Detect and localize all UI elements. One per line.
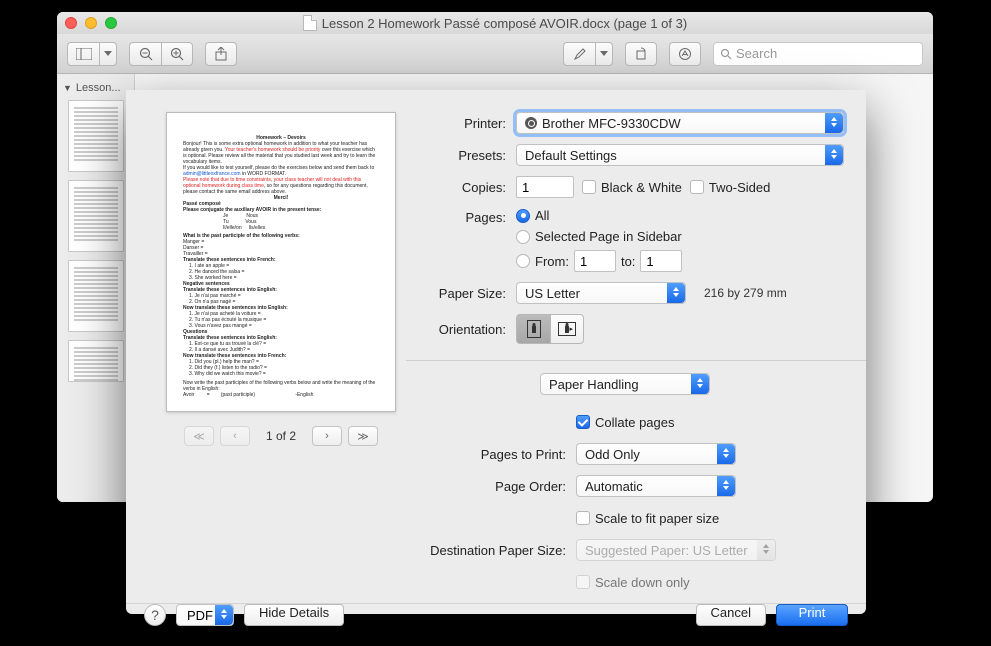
sidebar-doc-label: Lesson...: [76, 82, 121, 94]
printer-label: Printer:: [406, 116, 516, 131]
pages-from-radio[interactable]: [516, 254, 530, 268]
sidebar-thumb-3[interactable]: [68, 260, 124, 332]
dialog-footer: ? PDF Hide Details Cancel Print: [126, 603, 866, 626]
scalefit-label: Scale to fit paper size: [595, 511, 719, 526]
sidebar: ▼Lesson...: [57, 74, 135, 502]
pager-last-button[interactable]: ≫: [348, 426, 378, 446]
collate-label: Collate pages: [595, 415, 675, 430]
twosided-checkbox[interactable]: [690, 180, 704, 194]
twosided-label: Two-Sided: [709, 180, 770, 195]
papersize-label: Paper Size:: [406, 286, 516, 301]
titlebar: Lesson 2 Homework Passé composé AVOIR.do…: [57, 12, 933, 34]
pages-selected-radio[interactable]: [516, 230, 530, 244]
papersize-select[interactable]: US Letter: [516, 282, 686, 304]
landscape-icon: ▸: [558, 322, 576, 336]
pager-first-button[interactable]: ≪: [184, 426, 214, 446]
orientation-landscape-button[interactable]: ▸: [550, 314, 584, 344]
preview-pager: ≪ ‹ 1 of 2 › ≫: [184, 426, 378, 446]
print-dialog: Homework – Devoirs Bonjour! This is some…: [126, 90, 866, 614]
hide-details-button[interactable]: Hide Details: [244, 604, 344, 626]
presets-select[interactable]: Default Settings: [516, 144, 844, 166]
scaledown-checkbox: [576, 575, 590, 589]
presets-label: Presets:: [406, 148, 516, 163]
zoom-out-button[interactable]: [129, 42, 161, 66]
destpaper-label: Destination Paper Size:: [406, 543, 576, 558]
pdf-menu-button[interactable]: PDF: [176, 604, 234, 626]
collate-checkbox[interactable]: [576, 415, 590, 429]
sidebar-view-button[interactable]: [67, 42, 99, 66]
search-placeholder: Search: [736, 46, 777, 61]
pages-label: Pages:: [406, 208, 516, 225]
zoom-in-button[interactable]: [161, 42, 193, 66]
window-title: Lesson 2 Homework Passé composé AVOIR.do…: [322, 16, 687, 31]
pager-next-button[interactable]: ›: [312, 426, 342, 446]
print-button[interactable]: Print: [776, 604, 848, 626]
section-select[interactable]: Paper Handling: [540, 373, 710, 395]
markup-button[interactable]: [669, 42, 701, 66]
pager-label: 1 of 2: [266, 429, 296, 443]
document-icon: [303, 15, 317, 31]
sidebar-thumb-4[interactable]: [68, 340, 124, 382]
page-preview: Homework – Devoirs Bonjour! This is some…: [166, 112, 396, 412]
search-input[interactable]: Search: [713, 42, 923, 66]
portrait-icon: [527, 320, 541, 338]
help-button[interactable]: ?: [144, 604, 166, 626]
orientation-portrait-button[interactable]: [516, 314, 550, 344]
sidebar-view-dropdown[interactable]: [99, 42, 117, 66]
pages-from-input[interactable]: [574, 250, 616, 272]
pages-all-label: All: [535, 208, 549, 223]
search-icon: [720, 48, 732, 60]
pageorder-label: Page Order:: [406, 479, 576, 494]
orientation-label: Orientation:: [406, 322, 516, 337]
paper-dimensions: 216 by 279 mm: [704, 286, 787, 300]
bw-checkbox[interactable]: [582, 180, 596, 194]
pageorder-select[interactable]: Automatic: [576, 475, 736, 497]
highlight-button[interactable]: [563, 42, 595, 66]
toolbar: Search: [57, 34, 933, 74]
printer-select[interactable]: Brother MFC-9330CDW: [516, 112, 844, 134]
scalefit-checkbox[interactable]: [576, 511, 590, 525]
sidebar-thumb-2[interactable]: [68, 180, 124, 252]
cancel-button[interactable]: Cancel: [696, 604, 766, 626]
pages-to-input[interactable]: [640, 250, 682, 272]
pages-to-label: to:: [621, 254, 635, 269]
scaledown-label: Scale down only: [595, 575, 690, 590]
copies-label: Copies:: [406, 180, 516, 195]
printer-status-icon: [525, 117, 537, 129]
destpaper-select: Suggested Paper: US Letter: [576, 539, 776, 561]
pages-from-label: From:: [535, 254, 569, 269]
sidebar-thumb-1[interactable]: [68, 100, 124, 172]
share-button[interactable]: [205, 42, 237, 66]
rotate-button[interactable]: [625, 42, 657, 66]
pagestoprint-select[interactable]: Odd Only: [576, 443, 736, 465]
highlight-dropdown[interactable]: [595, 42, 613, 66]
pages-all-radio[interactable]: [516, 209, 530, 223]
bw-label: Black & White: [601, 180, 682, 195]
pagestoprint-label: Pages to Print:: [406, 447, 576, 462]
pages-selected-label: Selected Page in Sidebar: [535, 229, 682, 244]
copies-input[interactable]: [516, 176, 574, 198]
pager-prev-button[interactable]: ‹: [220, 426, 250, 446]
